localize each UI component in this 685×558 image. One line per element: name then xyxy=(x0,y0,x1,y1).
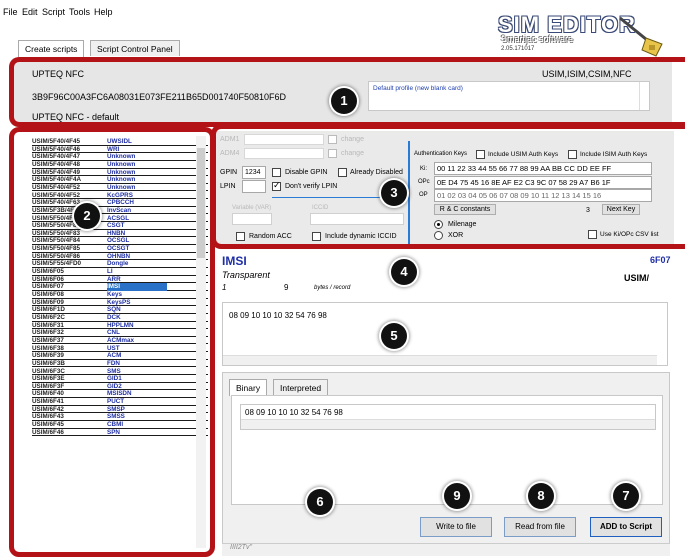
tab-script-control-panel[interactable]: Script Control Panel xyxy=(90,40,180,56)
callout-2: 2 xyxy=(74,203,100,229)
logo-subtitle: Smartjac software xyxy=(501,34,574,44)
app-logo: SIM EDITOR Smartjac software 2.05.171017 xyxy=(498,10,668,57)
tab-create-scripts[interactable]: Create scripts xyxy=(18,40,85,57)
record-size: 9 xyxy=(284,283,289,292)
record-unit: bytes / record xyxy=(314,285,351,291)
callout-6: 6 xyxy=(307,489,333,515)
file-id: 6F07 xyxy=(650,255,671,265)
status-bar: IIII2Tv" xyxy=(222,543,670,556)
logo-version: 2.05.171017 xyxy=(501,46,535,52)
file-value: 08 09 10 10 10 32 54 76 98 xyxy=(229,311,327,320)
file-type: Transparent xyxy=(222,270,270,280)
callout-7: 7 xyxy=(613,483,639,509)
callout-3: 3 xyxy=(381,180,407,206)
menu-file[interactable]: File xyxy=(3,7,18,17)
callout-9: 9 xyxy=(444,483,470,509)
file-value-box[interactable]: 08 09 10 10 10 32 54 76 98 xyxy=(222,302,668,366)
tab-interpreted[interactable]: Interpreted xyxy=(273,379,329,395)
file-app: USIM/ xyxy=(624,273,650,283)
menu-script[interactable]: Script xyxy=(42,7,65,17)
binary-value-box[interactable]: 08 09 10 10 10 32 54 76 98 xyxy=(240,404,656,430)
callout-frame-3 xyxy=(211,124,685,249)
file-name: IMSI xyxy=(222,254,247,268)
menu-tools[interactable]: Tools xyxy=(69,7,90,17)
read-from-file-button[interactable]: Read from file xyxy=(504,517,576,537)
sim-card-pen-icon xyxy=(619,16,663,57)
record-count: 1 xyxy=(222,283,227,292)
callout-1: 1 xyxy=(331,88,357,114)
callout-4: 4 xyxy=(391,259,417,285)
callout-8: 8 xyxy=(528,483,554,509)
binary-value: 08 09 10 10 10 32 54 76 98 xyxy=(245,408,343,417)
add-to-script-button[interactable]: ADD to Script xyxy=(590,517,662,537)
menu-help[interactable]: Help xyxy=(94,7,113,17)
binary-hscrollbar[interactable] xyxy=(241,419,655,429)
tab-binary[interactable]: Binary xyxy=(229,379,268,396)
value-hscrollbar[interactable] xyxy=(223,355,657,365)
write-to-file-button[interactable]: Write to file xyxy=(420,517,492,537)
callout-5: 5 xyxy=(381,323,407,349)
menu-edit[interactable]: Edit xyxy=(22,7,38,17)
callout-frame-2 xyxy=(9,127,215,557)
